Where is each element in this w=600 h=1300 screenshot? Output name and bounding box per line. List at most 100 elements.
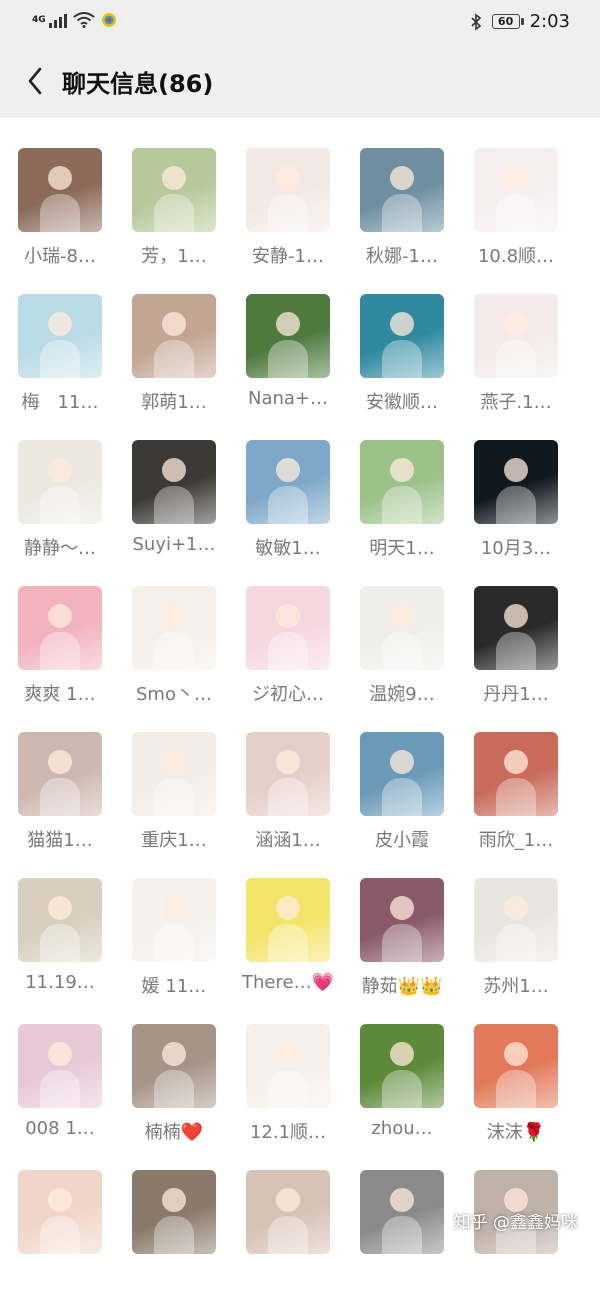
member-avatar[interactable] bbox=[360, 1170, 444, 1254]
member-avatar[interactable] bbox=[18, 148, 102, 232]
avatar-figure bbox=[390, 896, 414, 920]
member-tile[interactable]: 12.1顺… bbox=[228, 1024, 348, 1154]
member-tile[interactable]: Smo丶… bbox=[114, 586, 234, 716]
member-avatar[interactable] bbox=[360, 732, 444, 816]
member-avatar[interactable] bbox=[246, 586, 330, 670]
member-tile[interactable]: 郭萌1… bbox=[114, 294, 234, 424]
back-button[interactable] bbox=[18, 62, 52, 100]
member-avatar[interactable] bbox=[18, 586, 102, 670]
member-name: 燕子.1… bbox=[480, 392, 552, 413]
member-tile[interactable]: 猫猫1… bbox=[0, 732, 120, 862]
member-avatar[interactable] bbox=[132, 1024, 216, 1108]
avatar-figure bbox=[504, 312, 528, 336]
member-avatar[interactable] bbox=[18, 1170, 102, 1254]
member-tile[interactable]: 安静-1… bbox=[228, 148, 348, 278]
member-avatar[interactable] bbox=[132, 1170, 216, 1254]
member-tile[interactable]: 沫沫🌹 bbox=[456, 1024, 576, 1154]
member-avatar[interactable] bbox=[474, 148, 558, 232]
member-avatar[interactable] bbox=[474, 586, 558, 670]
member-avatar[interactable] bbox=[474, 1024, 558, 1108]
member-avatar[interactable] bbox=[360, 440, 444, 524]
member-avatar[interactable] bbox=[132, 148, 216, 232]
member-avatar[interactable] bbox=[18, 440, 102, 524]
member-tile[interactable]: 媛 11… bbox=[114, 878, 234, 1008]
member-tile[interactable]: 11.19… bbox=[0, 878, 120, 1008]
member-tile[interactable]: There…💗 bbox=[228, 878, 348, 1008]
member-tile[interactable]: 爽爽 1… bbox=[0, 586, 120, 716]
member-avatar[interactable] bbox=[18, 294, 102, 378]
member-tile[interactable]: Suyi+1… bbox=[114, 440, 234, 570]
avatar-figure-body bbox=[496, 1070, 536, 1108]
member-tile[interactable]: 秋娜-1… bbox=[342, 148, 462, 278]
avatar-figure bbox=[390, 166, 414, 190]
app-notification-icon bbox=[101, 13, 116, 27]
member-tile[interactable]: Nana+… bbox=[228, 294, 348, 424]
member-tile[interactable]: 静茹👑👑 bbox=[342, 878, 462, 1008]
member-name: 11.19… bbox=[25, 972, 95, 993]
member-tile[interactable]: 苏州1… bbox=[456, 878, 576, 1008]
member-avatar[interactable] bbox=[474, 732, 558, 816]
avatar-figure bbox=[48, 896, 72, 920]
member-avatar[interactable] bbox=[18, 732, 102, 816]
member-tile[interactable]: 丹丹1… bbox=[456, 586, 576, 716]
member-tile[interactable]: 安徽顺… bbox=[342, 294, 462, 424]
member-tile[interactable] bbox=[456, 1170, 576, 1300]
member-avatar[interactable] bbox=[474, 878, 558, 962]
member-tile[interactable]: 雨欣_1… bbox=[456, 732, 576, 862]
member-tile[interactable]: 明天1… bbox=[342, 440, 462, 570]
avatar-figure bbox=[276, 312, 300, 336]
member-avatar[interactable] bbox=[474, 294, 558, 378]
member-tile[interactable]: 小瑞-8… bbox=[0, 148, 120, 278]
member-tile[interactable]: zhou… bbox=[342, 1024, 462, 1154]
avatar-figure bbox=[276, 1042, 300, 1066]
member-name: 猫猫1… bbox=[27, 830, 93, 851]
member-avatar[interactable] bbox=[18, 878, 102, 962]
member-name: There…💗 bbox=[242, 972, 334, 993]
member-avatar[interactable] bbox=[246, 440, 330, 524]
member-avatar[interactable] bbox=[360, 878, 444, 962]
member-tile[interactable]: 温婉9… bbox=[342, 586, 462, 716]
member-tile[interactable]: 静静～… bbox=[0, 440, 120, 570]
member-avatar[interactable] bbox=[360, 586, 444, 670]
member-avatar[interactable] bbox=[246, 732, 330, 816]
member-avatar[interactable] bbox=[474, 440, 558, 524]
member-avatar[interactable] bbox=[246, 1170, 330, 1254]
member-avatar[interactable] bbox=[246, 148, 330, 232]
avatar-figure-body bbox=[40, 340, 80, 378]
member-tile[interactable]: 重庆1… bbox=[114, 732, 234, 862]
status-bar: 4G 60 2:03 bbox=[0, 0, 600, 44]
member-tile[interactable]: 10月3… bbox=[456, 440, 576, 570]
member-tile[interactable] bbox=[0, 1170, 120, 1300]
member-avatar[interactable] bbox=[132, 294, 216, 378]
member-avatar[interactable] bbox=[360, 1024, 444, 1108]
member-tile[interactable]: 10.8顺… bbox=[456, 148, 576, 278]
member-tile[interactable] bbox=[228, 1170, 348, 1300]
member-avatar[interactable] bbox=[132, 732, 216, 816]
member-avatar[interactable] bbox=[360, 148, 444, 232]
member-avatar[interactable] bbox=[18, 1024, 102, 1108]
member-name: 丹丹1… bbox=[483, 684, 549, 705]
member-tile[interactable]: 梅 11… bbox=[0, 294, 120, 424]
member-tile[interactable] bbox=[114, 1170, 234, 1300]
member-avatar[interactable] bbox=[246, 1024, 330, 1108]
member-name: 12.1顺… bbox=[249, 1122, 327, 1143]
member-avatar[interactable] bbox=[132, 878, 216, 962]
member-tile[interactable]: 敏敏1… bbox=[228, 440, 348, 570]
member-tile[interactable]: 008 1… bbox=[0, 1024, 120, 1154]
member-avatar[interactable] bbox=[246, 294, 330, 378]
member-avatar[interactable] bbox=[132, 440, 216, 524]
member-tile[interactable]: 皮小霞 bbox=[342, 732, 462, 862]
member-tile[interactable]: 芳，1… bbox=[114, 148, 234, 278]
member-tile[interactable]: 楠楠❤️ bbox=[114, 1024, 234, 1154]
member-avatar[interactable] bbox=[132, 586, 216, 670]
avatar-figure bbox=[390, 458, 414, 482]
member-avatar[interactable] bbox=[360, 294, 444, 378]
member-tile[interactable]: ジ初心… bbox=[228, 586, 348, 716]
avatar-figure-body bbox=[496, 194, 536, 232]
member-tile[interactable]: 涵涵1… bbox=[228, 732, 348, 862]
avatar-figure-body bbox=[382, 1070, 422, 1108]
avatar-figure-body bbox=[40, 924, 80, 962]
member-tile[interactable] bbox=[342, 1170, 462, 1300]
member-tile[interactable]: 燕子.1… bbox=[456, 294, 576, 424]
member-avatar[interactable] bbox=[246, 878, 330, 962]
